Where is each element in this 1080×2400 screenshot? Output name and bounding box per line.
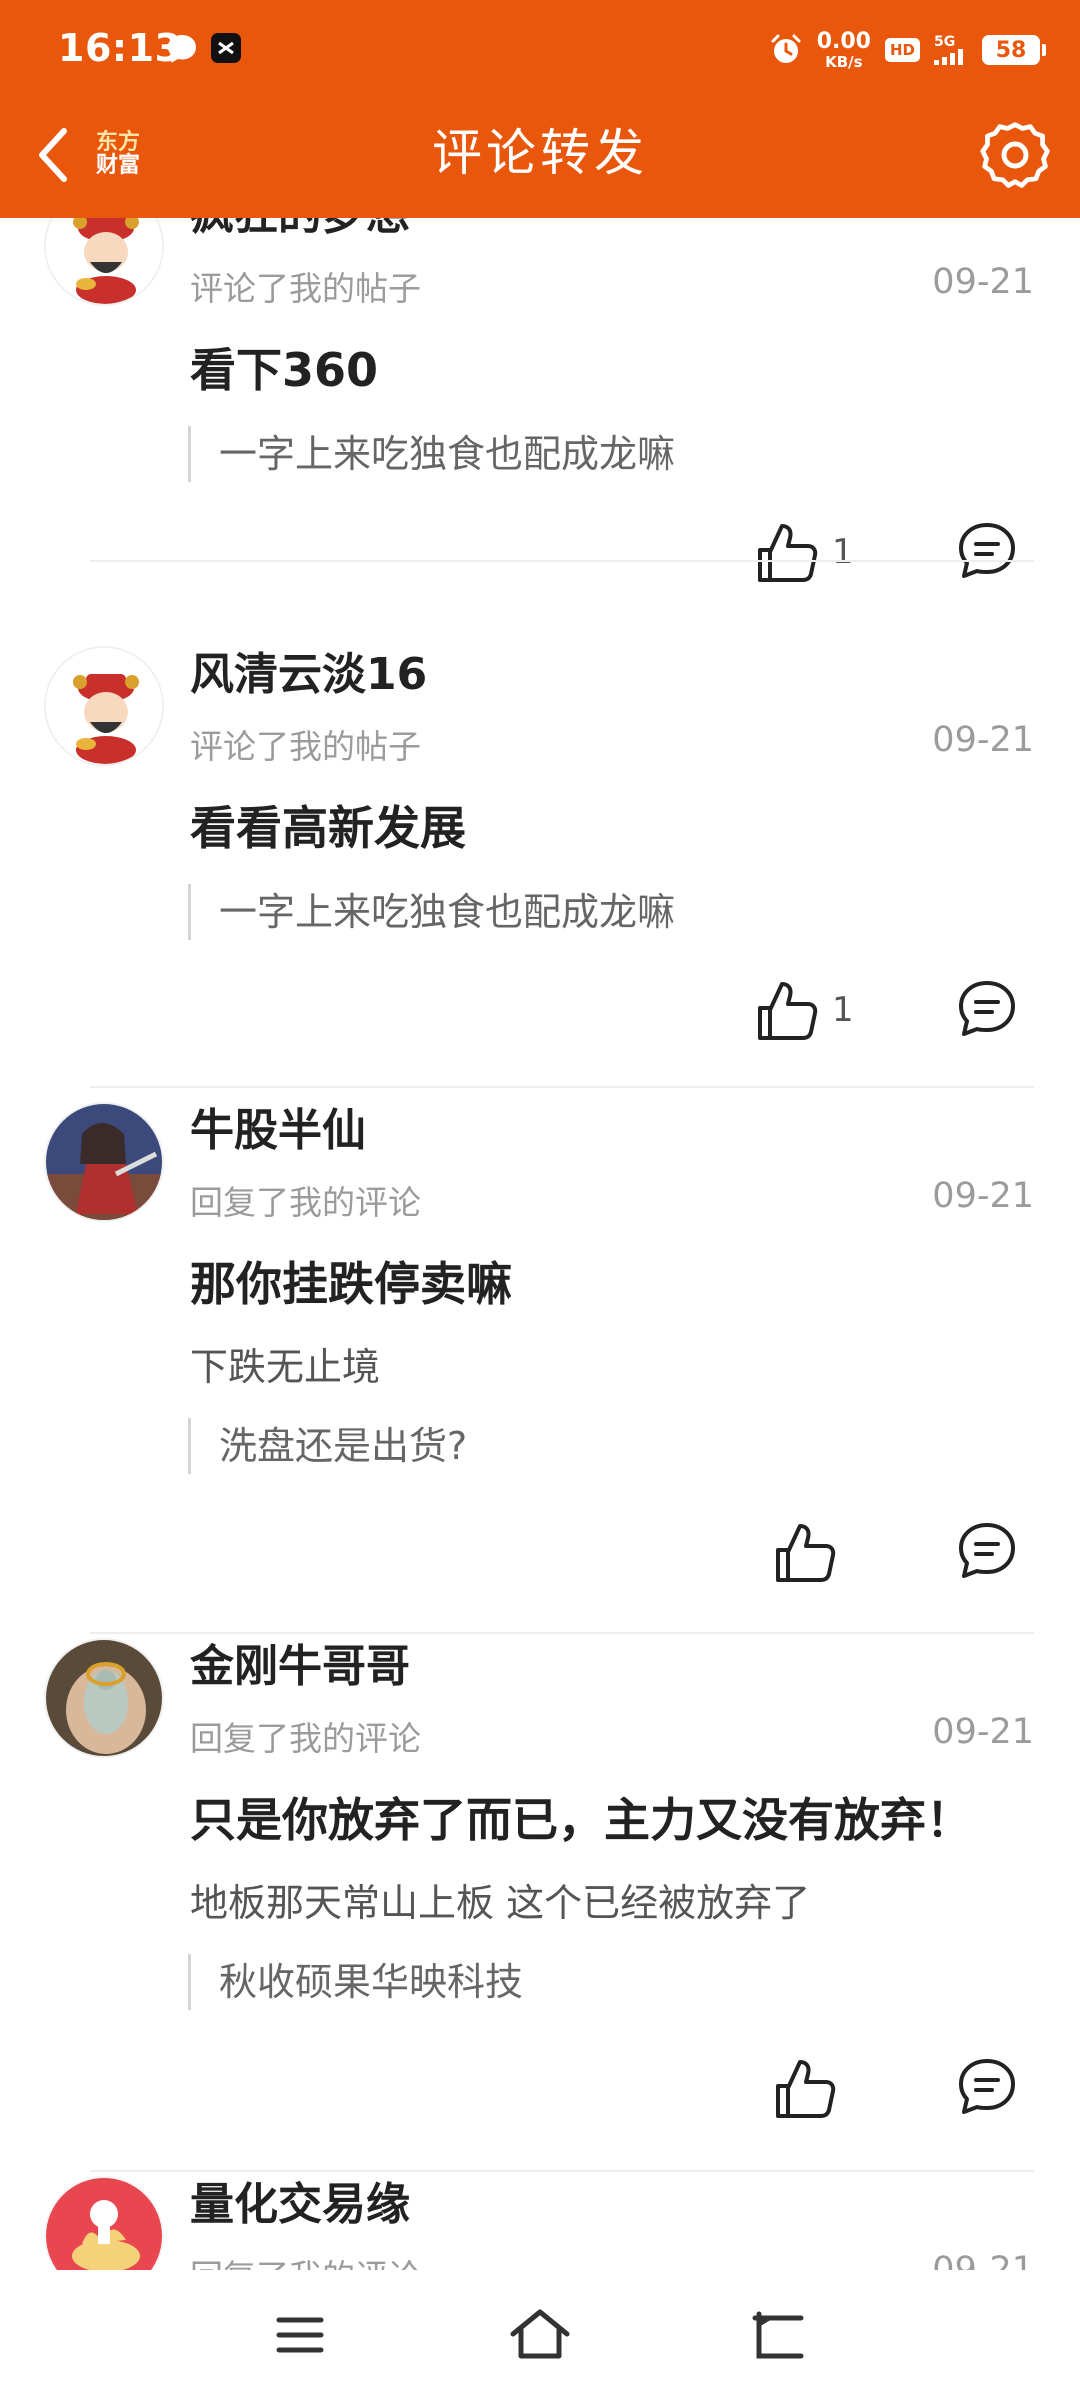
thumbs-up-icon[interactable] xyxy=(768,2054,838,2124)
comment-bubble-icon[interactable] xyxy=(956,978,1018,1040)
action-text: 回复了我的评论 xyxy=(190,2250,421,2270)
jade-pendant-avatar-icon xyxy=(46,1640,162,1756)
navigation-bar: 东方 财富 评论转发 xyxy=(0,100,1080,218)
thumbs-up-icon[interactable] xyxy=(750,518,820,588)
page-title: 评论转发 xyxy=(432,124,648,182)
comment-content[interactable]: 看看高新发展 xyxy=(190,792,466,858)
action-text: 回复了我的评论 xyxy=(190,1719,421,1758)
comment-content[interactable]: 看下360 xyxy=(190,334,378,400)
user-name[interactable]: 量化交易缘 xyxy=(190,2168,410,2232)
list-item[interactable]: 风清云淡16 评论了我的帖子 09-21 看看高新发展 一字上来吃独食也配成龙嘛… xyxy=(0,646,1080,1106)
comment-bubble-icon[interactable] xyxy=(956,520,1018,582)
signal-bars-icon xyxy=(934,49,963,65)
network-speed: 0.00 KB/s xyxy=(816,28,871,71)
action-text: 评论了我的帖子 xyxy=(190,269,421,308)
list-item[interactable]: 量化交易缘 回复了我的评论 09-21 xyxy=(0,2176,1080,2270)
date: 09-21 xyxy=(932,1176,1034,1216)
quoted-post[interactable]: 秋收硕果华映科技 xyxy=(188,1954,523,2010)
like-count: 1 xyxy=(832,532,854,572)
system-navigation-bar xyxy=(0,2270,1080,2400)
menu-icon[interactable] xyxy=(265,2300,335,2370)
list-item[interactable]: 疯狂的梦想 评论了我的帖子 09-21 看下360 一字上来吃独食也配成龙嘛 1 xyxy=(0,218,1080,676)
comment-content[interactable]: 那你挂跌停卖嘛 xyxy=(190,1248,512,1314)
avatar[interactable] xyxy=(44,1638,164,1758)
like-count: 1 xyxy=(832,990,854,1030)
quoted-post[interactable]: 一字上来吃独食也配成龙嘛 xyxy=(188,426,675,482)
avatar[interactable] xyxy=(44,218,164,306)
status-right-group: 0.00 KB/s HD 5G 58 xyxy=(769,28,1046,72)
action-text: 评论了我的帖子 xyxy=(190,727,421,766)
avatar[interactable] xyxy=(44,646,164,766)
user-name[interactable]: 金刚牛哥哥 xyxy=(190,1630,410,1694)
top-bar: 16:13 0.00 KB/s HD 5G 58 东方 财富 评论转发 xyxy=(0,0,1080,218)
divider xyxy=(90,1086,1034,1088)
date: 09-21 xyxy=(932,720,1034,760)
camel-avatar-icon xyxy=(46,2178,162,2270)
alarm-icon xyxy=(771,34,801,63)
date: 09-21 xyxy=(932,262,1034,302)
divider xyxy=(90,560,1034,562)
user-name[interactable]: 牛股半仙 xyxy=(190,1094,366,1158)
status-bar: 16:13 0.00 KB/s HD 5G 58 xyxy=(0,0,1080,100)
game-character-avatar-icon xyxy=(46,1104,162,1220)
date: 09-21 xyxy=(932,2250,1034,2270)
battery-indicator: 58 xyxy=(982,35,1046,65)
quoted-post[interactable]: 洗盘还是出货? xyxy=(188,1418,467,1474)
app-notification-icon xyxy=(211,33,241,63)
action-text: 回复了我的评论 xyxy=(190,1183,421,1222)
return-icon[interactable] xyxy=(745,2300,815,2370)
quoted-post[interactable]: 一字上来吃独食也配成龙嘛 xyxy=(188,884,675,940)
list-item[interactable]: 金刚牛哥哥 回复了我的评论 09-21 只是你放弃了而已，主力又没有放弃！ 地板… xyxy=(0,1638,1080,2178)
signal-indicator: 5G xyxy=(934,35,968,65)
caishen-avatar-icon xyxy=(46,218,162,304)
replied-comment[interactable]: 下跌无止境 xyxy=(190,1336,380,1391)
avatar[interactable] xyxy=(44,1102,164,1222)
comment-content[interactable]: 只是你放弃了而已，主力又没有放弃！ xyxy=(190,1784,972,1850)
list-item[interactable]: 牛股半仙 回复了我的评论 09-21 那你挂跌停卖嘛 下跌无止境 洗盘还是出货? xyxy=(0,1102,1080,1642)
thumbs-up-icon[interactable] xyxy=(768,1518,838,1588)
comment-bubble-icon[interactable] xyxy=(956,2056,1018,2118)
caishen-avatar-icon xyxy=(46,648,162,764)
user-name[interactable]: 疯狂的梦想 xyxy=(190,218,410,242)
message-notification-icon xyxy=(168,35,196,63)
comment-list[interactable]: 疯狂的梦想 评论了我的帖子 09-21 看下360 一字上来吃独食也配成龙嘛 1 xyxy=(0,218,1080,2270)
user-name[interactable]: 风清云淡16 xyxy=(190,638,427,702)
hd-badge: HD xyxy=(884,38,920,62)
thumbs-up-icon[interactable] xyxy=(750,976,820,1046)
status-time: 16:13 xyxy=(58,26,182,70)
gear-icon[interactable] xyxy=(978,118,1052,192)
replied-comment[interactable]: 地板那天常山上板 这个已经被放弃了 xyxy=(190,1872,810,1927)
comment-bubble-icon[interactable] xyxy=(956,1520,1018,1582)
home-icon[interactable] xyxy=(505,2300,575,2370)
date: 09-21 xyxy=(932,1712,1034,1752)
avatar[interactable] xyxy=(44,2176,164,2270)
